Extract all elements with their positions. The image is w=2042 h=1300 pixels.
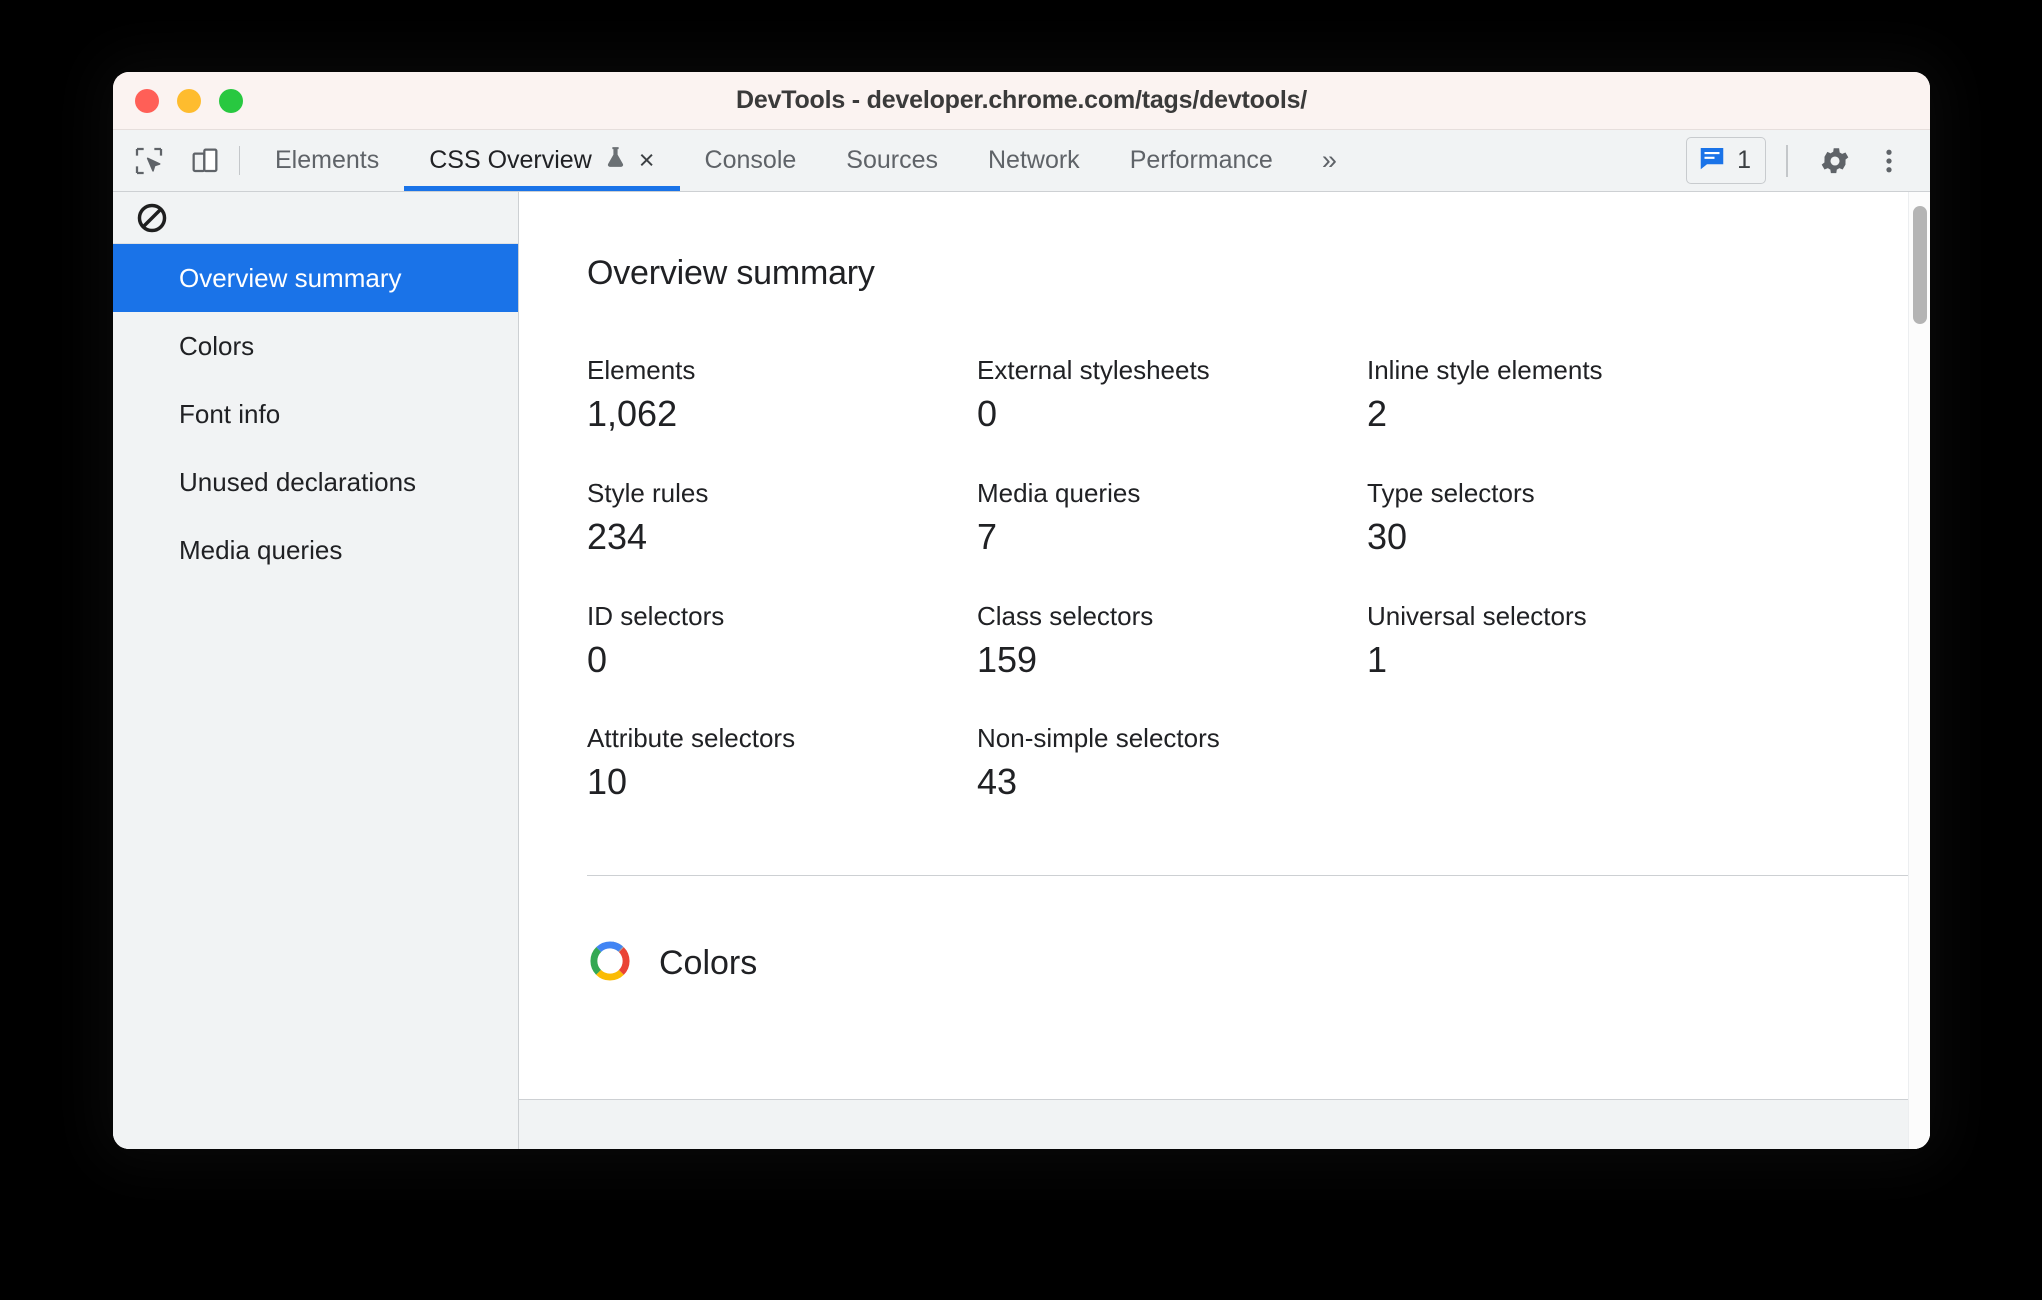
stat-label: Inline style elements — [1367, 355, 1603, 385]
stat-empty-cell — [1367, 723, 1930, 801]
tab-elements[interactable]: Elements — [250, 130, 404, 191]
devtools-window: DevTools - developer.chrome.com/tags/dev… — [113, 72, 1930, 1149]
stat-id-selectors: ID selectors 0 — [587, 601, 977, 679]
tab-performance[interactable]: Performance — [1105, 130, 1298, 191]
gear-icon[interactable] — [1808, 134, 1862, 188]
stat-label: Style rules — [587, 477, 709, 508]
stat-external-stylesheets: External stylesheets 0 — [977, 355, 1367, 433]
stat-style-rules: Style rules 234 — [587, 478, 977, 556]
stat-value: 30 — [1367, 515, 1408, 557]
screen: DevTools - developer.chrome.com/tags/dev… — [0, 0, 2042, 1300]
tab-label: Elements — [275, 146, 380, 174]
stat-label: Type selectors — [1367, 477, 1535, 508]
colors-section-title: Colors — [659, 944, 758, 983]
sidebar-item-label: Colors — [179, 330, 255, 361]
overview-summary-block: Overview summary Elements 1,062 External… — [519, 192, 1930, 877]
css-overview-panel: Overview summary Colors Font info Unused… — [113, 192, 1930, 1149]
stat-value: 1 — [1367, 638, 1388, 680]
content-scrollbar[interactable] — [1908, 192, 1930, 1149]
stat-value: 0 — [587, 638, 608, 680]
stat-label: Elements — [587, 355, 696, 385]
stat-type-selectors: Type selectors 30 — [1367, 478, 1930, 556]
toolbar-divider-right — [1786, 144, 1788, 177]
stat-label: Attribute selectors — [587, 723, 796, 754]
traffic-light-group — [135, 88, 243, 113]
tab-label: Console — [704, 146, 797, 174]
device-toolbar-icon[interactable] — [177, 130, 233, 191]
sidebar-item-label: Overview summary — [179, 262, 402, 293]
inspect-cursor-icon[interactable] — [121, 130, 177, 191]
message-bubble-icon — [1697, 143, 1727, 178]
toolbar-divider — [239, 146, 240, 175]
stat-value: 1,062 — [587, 393, 678, 434]
stat-value: 43 — [977, 761, 1018, 803]
stat-attribute-selectors: Attribute selectors 10 — [587, 723, 977, 801]
close-window-button[interactable] — [135, 88, 159, 113]
devtools-tabbar: Elements CSS Overview × Console Sources … — [113, 130, 1930, 192]
minimize-window-button[interactable] — [177, 88, 201, 113]
page-title: Overview summary — [587, 254, 875, 292]
tab-label: Sources — [846, 146, 938, 174]
tab-close-icon[interactable]: × — [639, 147, 655, 174]
stat-label: Media queries — [977, 477, 1141, 508]
tab-label: Performance — [1129, 146, 1273, 174]
toolbar-right-group: 1 — [1686, 130, 1930, 191]
stat-value: 0 — [977, 393, 998, 434]
stat-label: Universal selectors — [1367, 600, 1587, 631]
stat-value: 234 — [587, 515, 648, 557]
more-tabs-chevron-icon[interactable]: » — [1298, 130, 1361, 191]
sidebar-item-label: Unused declarations — [179, 466, 417, 497]
stat-media-queries: Media queries 7 — [977, 478, 1367, 556]
stat-label: External stylesheets — [977, 355, 1210, 385]
summary-stats-grid: Elements 1,062 External stylesheets 0 In… — [587, 355, 1930, 801]
stat-elements: Elements 1,062 — [587, 355, 977, 433]
window-title: DevTools - developer.chrome.com/tags/dev… — [735, 86, 1308, 114]
issues-count: 1 — [1737, 146, 1751, 174]
stat-class-selectors: Class selectors 159 — [977, 601, 1367, 679]
sidebar-item-unused-declarations[interactable]: Unused declarations — [113, 448, 518, 516]
tab-css-overview[interactable]: CSS Overview × — [404, 130, 680, 191]
stat-value: 159 — [977, 638, 1038, 680]
tab-label: Network — [988, 146, 1080, 174]
sidebar-item-colors[interactable]: Colors — [113, 312, 518, 380]
maximize-window-button[interactable] — [219, 88, 243, 113]
stat-label: Class selectors — [977, 600, 1154, 631]
css-overview-sidebar: Overview summary Colors Font info Unused… — [113, 192, 519, 1149]
stat-non-simple-selectors: Non-simple selectors 43 — [977, 723, 1367, 801]
sidebar-item-label: Font info — [179, 398, 281, 429]
more-vertical-icon[interactable] — [1862, 134, 1916, 188]
css-overview-content: Overview summary Elements 1,062 External… — [519, 192, 1930, 1149]
tab-label: CSS Overview — [429, 146, 592, 174]
stat-value: 7 — [977, 515, 998, 557]
stat-inline-style-elements: Inline style elements 2 — [1367, 355, 1930, 433]
sidebar-toolbar — [113, 192, 518, 244]
scrollbar-thumb[interactable] — [1913, 206, 1927, 324]
clear-no-entry-icon[interactable] — [135, 201, 169, 235]
sidebar-item-font-info[interactable]: Font info — [113, 380, 518, 448]
issues-badge[interactable]: 1 — [1686, 137, 1766, 184]
stat-universal-selectors: Universal selectors 1 — [1367, 601, 1930, 679]
colors-section-header[interactable]: Colors — [519, 876, 1930, 989]
stat-value: 10 — [587, 761, 628, 803]
color-wheel-icon — [587, 938, 633, 989]
window-titlebar: DevTools - developer.chrome.com/tags/dev… — [113, 72, 1930, 130]
tab-network[interactable]: Network — [963, 130, 1105, 191]
stat-value: 2 — [1367, 393, 1388, 434]
stat-label: ID selectors — [587, 600, 725, 631]
sidebar-item-label: Media queries — [179, 534, 343, 565]
flask-icon — [603, 145, 628, 177]
sidebar-item-overview-summary[interactable]: Overview summary — [113, 244, 518, 312]
tab-console[interactable]: Console — [680, 130, 822, 191]
panel-statusbar — [519, 1099, 1930, 1149]
tab-sources[interactable]: Sources — [821, 130, 963, 191]
sidebar-item-media-queries[interactable]: Media queries — [113, 516, 518, 584]
stat-label: Non-simple selectors — [977, 723, 1220, 754]
